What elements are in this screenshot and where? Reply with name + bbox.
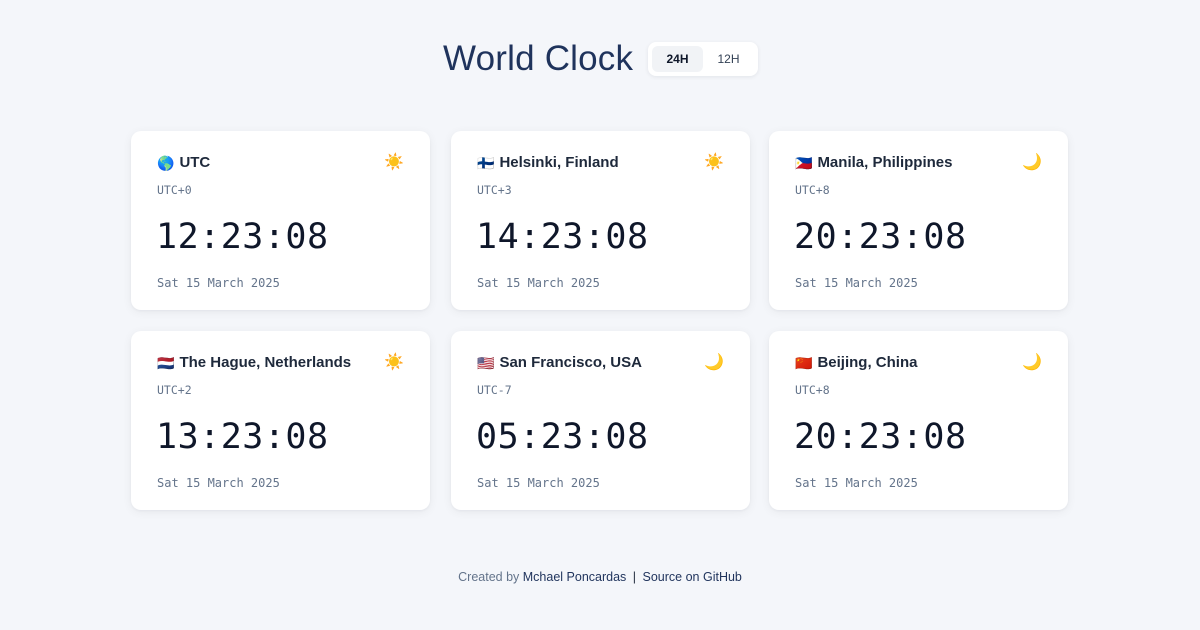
clock-card: 🇺🇸 San Francisco, USA 🌙 UTC-7 05:23:08 Sa… xyxy=(451,331,750,510)
clock-time: 14:23:08 xyxy=(476,217,649,257)
moon-icon: 🌙 xyxy=(1022,154,1042,171)
clock-offset: UTC+3 xyxy=(477,183,512,197)
author-link[interactable]: Mchael Poncardas xyxy=(523,570,627,584)
clock-card: 🌎 UTC ☀️ UTC+0 12:23:08 Sat 15 March 2025 xyxy=(131,131,430,310)
sun-icon: ☀️ xyxy=(384,154,404,171)
clock-offset: UTC+8 xyxy=(795,383,830,397)
clock-card: 🇳🇱 The Hague, Netherlands ☀️ UTC+2 13:23:… xyxy=(131,331,430,510)
clock-card: 🇨🇳 Beijing, China 🌙 UTC+8 20:23:08 Sat 15… xyxy=(769,331,1068,510)
github-source-link[interactable]: Source on GitHub xyxy=(643,570,742,584)
clock-city: 🇺🇸 San Francisco, USA xyxy=(477,353,642,373)
moon-icon: 🌙 xyxy=(1022,354,1042,371)
clock-time: 13:23:08 xyxy=(156,417,329,457)
finland-flag-icon: 🇫🇮 xyxy=(477,155,495,171)
clock-offset: UTC+8 xyxy=(795,183,830,197)
sun-icon: ☀️ xyxy=(384,354,404,371)
format-24h-button[interactable]: 24H xyxy=(652,46,703,72)
time-format-toggle: 24H 12H xyxy=(648,42,758,76)
clock-time: 05:23:08 xyxy=(476,417,649,457)
clock-offset: UTC+2 xyxy=(157,383,192,397)
usa-flag-icon: 🇺🇸 xyxy=(477,355,495,371)
header: World Clock 24H 12H xyxy=(0,38,1200,80)
footer-created-by: Created by xyxy=(458,570,520,584)
clock-city-label: San Francisco, USA xyxy=(499,354,642,371)
globe-flag-icon: 🌎 xyxy=(157,155,175,171)
footer-separator: | xyxy=(632,570,637,584)
clock-city-label: Manila, Philippines xyxy=(817,154,953,171)
clock-offset: UTC+0 xyxy=(157,183,192,197)
clock-date: Sat 15 March 2025 xyxy=(795,276,918,290)
clock-date: Sat 15 March 2025 xyxy=(477,276,600,290)
moon-icon: 🌙 xyxy=(704,354,724,371)
clock-city: 🇵🇭 Manila, Philippines xyxy=(795,153,952,173)
clock-city-label: Beijing, China xyxy=(817,354,918,371)
sun-icon: ☀️ xyxy=(704,154,724,171)
footer: Created by Mchael Poncardas | Source on … xyxy=(0,569,1200,585)
clock-date: Sat 15 March 2025 xyxy=(157,476,280,490)
philippines-flag-icon: 🇵🇭 xyxy=(795,155,813,171)
netherlands-flag-icon: 🇳🇱 xyxy=(157,355,175,371)
clock-card: 🇵🇭 Manila, Philippines 🌙 UTC+8 20:23:08 S… xyxy=(769,131,1068,310)
clock-date: Sat 15 March 2025 xyxy=(157,276,280,290)
page-title: World Clock xyxy=(443,39,634,78)
clock-city: 🇳🇱 The Hague, Netherlands xyxy=(157,353,351,373)
clock-city: 🌎 UTC xyxy=(157,153,210,173)
clock-time: 20:23:08 xyxy=(794,217,967,257)
format-12h-button[interactable]: 12H xyxy=(703,46,754,72)
clock-city-label: UTC xyxy=(179,154,211,171)
clock-city: 🇨🇳 Beijing, China xyxy=(795,353,917,373)
clock-offset: UTC-7 xyxy=(477,383,512,397)
clock-time: 12:23:08 xyxy=(156,217,329,257)
china-flag-icon: 🇨🇳 xyxy=(795,355,813,371)
clock-time: 20:23:08 xyxy=(794,417,967,457)
clock-city-label: The Hague, Netherlands xyxy=(179,354,352,371)
clock-card: 🇫🇮 Helsinki, Finland ☀️ UTC+3 14:23:08 Sa… xyxy=(451,131,750,310)
clock-date: Sat 15 March 2025 xyxy=(477,476,600,490)
clock-date: Sat 15 March 2025 xyxy=(795,476,918,490)
clock-city: 🇫🇮 Helsinki, Finland xyxy=(477,153,619,173)
clock-city-label: Helsinki, Finland xyxy=(499,154,619,171)
